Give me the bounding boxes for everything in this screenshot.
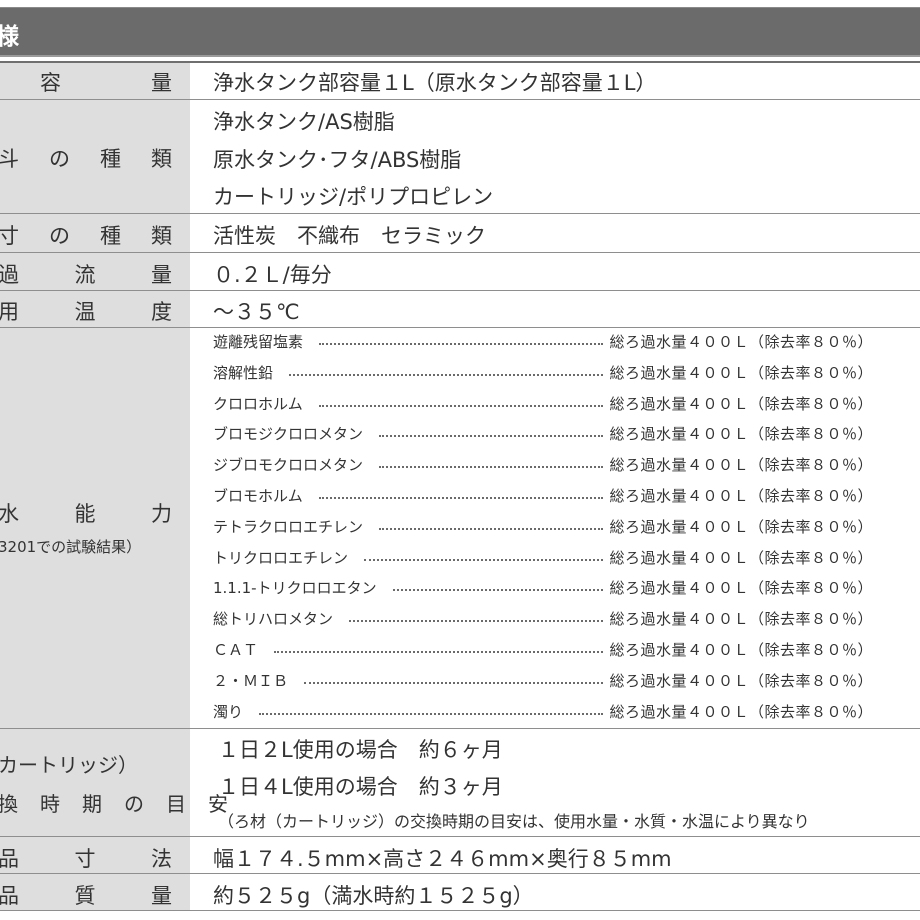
label-dimensions: 品 寸 法 [0,847,172,871]
performance-item-result: 総ろ過水量４００Ｌ（除去率８０％） [609,671,873,690]
performance-item-result: 総ろ過水量４００Ｌ（除去率８０％） [609,702,873,721]
value-materials-line: 原水タンク･フタ/ABS樹脂 [213,148,462,172]
performance-row: 遊離残留塩素 総ろ過水量４００Ｌ（除去率８０％） [213,331,873,355]
performance-row: 1.1.1-トリクロロエタン 総ろ過水量４００Ｌ（除去率８０％） [213,577,873,601]
performance-item-name: クロロホルム [213,394,303,413]
leader-dots [319,404,603,407]
leader-dots [349,620,603,623]
performance-item-name: トリクロロエチレン [213,548,349,567]
performance-row: 溶解性鉛 総ろ過水量４００Ｌ（除去率８０％） [213,362,873,386]
leader-dots [259,712,603,715]
performance-row: トリクロロエチレン 総ろ過水量４００Ｌ（除去率８０％） [213,547,873,571]
leader-dots [393,589,603,592]
leader-dots [274,651,603,653]
spec-header-bar: 様 [0,7,920,57]
performance-row: ２・ＭＩＢ 総ろ過水量４００Ｌ（除去率８０％） [213,670,873,694]
leader-dots [379,466,603,469]
label-replacement-line1: カートリッジ） [0,753,138,777]
performance-item-result: 総ろ過水量４００Ｌ（除去率８０％） [609,363,873,382]
row-divider [0,327,920,328]
value-temperature: ～３５℃ [213,300,300,324]
spec-header-title: 様 [0,24,19,50]
leader-dots [379,435,603,438]
label-column [0,62,190,910]
value-replacement-line: １日２L使用の場合 約６ヶ月 [218,738,503,762]
performance-item-name: ブロモジクロロメタン [213,425,364,444]
performance-item-name: 濁り [213,702,244,721]
performance-row: ブロモジクロロメタン 総ろ過水量４００Ｌ（除去率８０％） [213,423,873,447]
row-divider [0,836,920,837]
performance-item-result: 総ろ過水量４００Ｌ（除去率８０％） [609,548,873,567]
value-replacement-line: １日４L使用の場合 約３ヶ月 [218,775,503,799]
value-replacement-note: （ろ材（カートリッジ）の交換時期の目安は、使用水量・水質・水温により異なり [218,812,810,831]
performance-item-result: 総ろ過水量４００Ｌ（除去率８０％） [609,425,873,444]
row-divider [0,213,920,214]
performance-item-name: ジブロモクロロメタン [213,456,364,475]
performance-row: ブロモホルム 総ろ過水量４００Ｌ（除去率８０％） [213,485,873,509]
row-divider [0,252,920,253]
row-divider [0,290,920,291]
leader-dots [379,527,603,530]
performance-item-name: 1.1.1-トリクロロエタン [213,579,377,598]
value-flow-rate: ０.２Ｌ/毎分 [213,263,332,287]
performance-item-name: 溶解性鉛 [213,363,274,382]
performance-row: 総トリハロメタン 総ろ過水量４００Ｌ（除去率８０％） [213,608,873,632]
performance-item-result: 総ろ過水量４００Ｌ（除去率８０％） [609,641,873,659]
performance-item-result: 総ろ過水量４００Ｌ（除去率８０％） [609,579,873,598]
table-top-rule [0,61,920,63]
label-weight: 品 質 量 [0,884,172,908]
row-divider [0,99,920,100]
performance-row: クロロホルム 総ろ過水量４００Ｌ（除去率８０％） [213,393,873,417]
performance-row: テトラクロロエチレン 総ろ過水量４００Ｌ（除去率８０％） [213,516,873,540]
value-materials-line: 浄水タンク/AS樹脂 [213,110,395,134]
performance-item-result: 総ろ過水量４００Ｌ（除去率８０％） [609,456,873,475]
performance-item-result: 総ろ過水量４００Ｌ（除去率８０％） [609,333,873,351]
label-temperature: 用 温 度 [0,300,172,324]
performance-row: ＣＡＴ 総ろ過水量４００Ｌ（除去率８０％） [213,639,873,663]
performance-item-name: テトラクロロエチレン [213,517,364,536]
table-bottom-rule [0,910,920,911]
performance-item-name: ＣＡＴ [213,641,259,659]
performance-item-result: 総ろ過水量４００Ｌ（除去率８０％） [609,394,873,413]
performance-item-result: 総ろ過水量４００Ｌ（除去率８０％） [609,517,873,536]
label-flow-rate: 過 流 量 [0,263,172,287]
value-dimensions: 幅１７４.５mm×高さ２４６mm×奥行８５mm [213,847,672,871]
value-filter-media: 活性炭 不織布 セラミック [213,224,486,248]
value-materials-line: カートリッジ/ポリプロピレン [213,185,494,209]
leader-dots [319,497,603,499]
performance-item-result: 総ろ過水量４００Ｌ（除去率８０％） [609,610,873,629]
label-capacity: 容 量 [40,71,172,95]
performance-item-name: 遊離残留塩素 [213,333,304,351]
performance-item-name: ２・ＭＩＢ [213,671,289,690]
label-materials: 斗 の 種 類 [0,147,172,171]
performance-item-result: 総ろ過水量４００Ｌ（除去率８０％） [609,487,873,505]
label-performance: 水 能 力 [0,502,172,526]
leader-dots [364,558,603,561]
performance-item-name: ブロモホルム [213,487,303,505]
leader-dots [304,681,603,684]
label-filter-media: 寸 の 種 類 [0,224,172,248]
spec-sheet: 様 容 量 浄水タンク部容量１L（原水タンク部容量１L） 斗 の 種 類 浄水タ… [0,0,920,920]
performance-row: 濁り 総ろ過水量４００Ｌ（除去率８０％） [213,701,873,725]
label-performance-sub: 3201での試験結果） [0,538,142,556]
value-weight: 約５２５g（満水時約１５２５g） [213,884,534,908]
leader-dots [289,373,603,376]
row-divider [0,728,920,729]
value-capacity: 浄水タンク部容量１L（原水タンク部容量１L） [213,71,657,95]
performance-row: ジブロモクロロメタン 総ろ過水量４００Ｌ（除去率８０％） [213,454,873,478]
label-replacement-line2: 換 時 期 の 目 安 [0,792,229,816]
leader-dots [319,343,603,345]
performance-item-name: 総トリハロメタン [213,610,334,629]
row-divider [0,873,920,874]
